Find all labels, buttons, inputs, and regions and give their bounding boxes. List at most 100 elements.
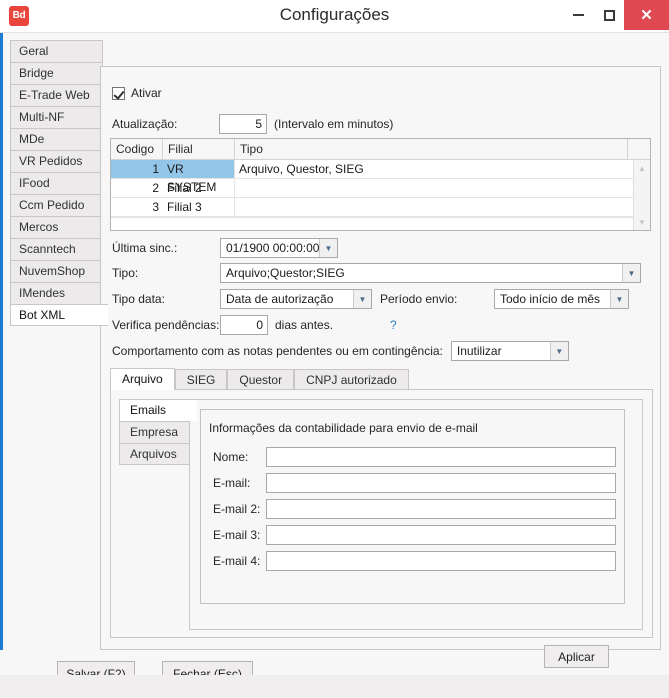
bot-xml-panel: Ativar Atualização: 5 (Intervalo em minu… (100, 66, 661, 668)
aplicar-button[interactable]: Aplicar (544, 645, 609, 668)
sidebar-tab-list: Geral Bridge E-Trade Web Multi-NF MDe VR… (10, 40, 108, 326)
sidebar-item-e-trade-web[interactable]: E-Trade Web (10, 84, 103, 106)
email-4-input[interactable] (265, 551, 616, 571)
email-2-input[interactable] (265, 499, 616, 519)
chevron-down-icon[interactable]: ▼ (319, 239, 337, 257)
subtab-empresa[interactable]: Empresa (119, 421, 191, 443)
sidebar-item-mercos[interactable]: Mercos (10, 216, 103, 238)
sidebar-item-label: Scanntech (19, 242, 76, 256)
verifica-pendencias-row: Verifica pendências: 0 dias antes. ? (112, 315, 397, 335)
atualizacao-label: Atualização: (112, 117, 178, 131)
cell-tipo (235, 179, 628, 197)
title-bar: Bd Configurações ✕ (0, 0, 669, 33)
sidebar-item-scanntech[interactable]: Scanntech (10, 238, 103, 260)
tipo-data-combobox[interactable]: Data de autorização ▼ (220, 289, 372, 309)
sidebar-item-label: VR Pedidos (19, 154, 83, 168)
verifica-pendencias-input[interactable]: 0 (220, 315, 268, 335)
tipo-value: Arquivo;Questor;SIEG (226, 266, 345, 280)
periodo-envio-label: Período envio: (380, 292, 458, 306)
nome-input[interactable] (265, 447, 616, 467)
chevron-down-icon[interactable]: ▼ (549, 342, 568, 360)
maximize-button[interactable] (594, 0, 624, 30)
help-icon[interactable]: ? (390, 318, 397, 332)
sidebar-item-vr-pedidos[interactable]: VR Pedidos (10, 150, 103, 172)
tab-cnpj-autorizado[interactable]: CNPJ autorizado (294, 369, 409, 390)
filiais-grid[interactable]: Codigo Filial Tipo 1 VR SYSTEM Arquivo, … (110, 138, 651, 231)
field-row-email: E-mail: (213, 473, 616, 493)
tipo-combobox[interactable]: Arquivo;Questor;SIEG ▼ (220, 263, 641, 283)
grid-column-header-tipo[interactable]: Tipo (235, 139, 628, 159)
subtab-label: Empresa (130, 425, 179, 439)
sidebar-item-label: Bot XML (19, 308, 66, 322)
tab-sieg[interactable]: SIEG (174, 369, 228, 390)
contabilidade-groupbox: Informações da contabilidade para envio … (200, 409, 625, 604)
close-button[interactable]: ✕ (624, 0, 669, 30)
grid-column-header-codigo[interactable]: Codigo (111, 139, 163, 159)
sidebar-item-ccm-pedido[interactable]: Ccm Pedido (10, 194, 103, 216)
tipo-data-value: Data de autorização (226, 292, 334, 306)
comportamento-row: Comportamento com as notas pendentes ou … (112, 341, 569, 361)
grid-empty-row (111, 217, 650, 230)
table-row[interactable]: 3 Filial 3 (111, 198, 650, 217)
atualizacao-input[interactable]: 5 (219, 114, 267, 134)
ativar-checkbox[interactable] (112, 86, 125, 100)
sidebar-item-bot-xml[interactable]: Bot XML (10, 304, 108, 326)
grid-column-header-filial[interactable]: Filial (163, 139, 235, 159)
sidebar-item-multi-nf[interactable]: Multi-NF (10, 106, 103, 128)
sidebar-item-label: MDe (19, 132, 45, 146)
tab-label: Questor (239, 373, 283, 387)
tipo-data-label: Tipo data: (112, 292, 165, 306)
comportamento-combobox[interactable]: Inutilizar ▼ (450, 341, 569, 361)
sidebar-item-imendes[interactable]: IMendes (10, 282, 103, 304)
scroll-up-icon[interactable]: ▲ (634, 160, 650, 176)
field-row-email-3: E-mail 3: (213, 525, 616, 545)
sidebar-item-ifood[interactable]: IFood (10, 172, 103, 194)
sidebar-item-label: Geral (19, 44, 49, 58)
minimize-button[interactable] (562, 0, 594, 30)
tipo-row: Tipo: Arquivo;Questor;SIEG ▼ (112, 263, 641, 283)
grid-vertical-scrollbar[interactable]: ▲ ▼ (633, 160, 650, 230)
atualizacao-suffix-label: (Intervalo em minutos) (274, 117, 394, 131)
sidebar-item-label: NuvemShop (19, 264, 86, 278)
email-input[interactable] (265, 473, 616, 493)
sidebar-item-geral[interactable]: Geral (10, 40, 103, 62)
ultima-sinc-datepicker[interactable]: 01/1900 00:00:00 ▼ (220, 238, 338, 258)
inner-tab-strip: Arquivo SIEG Questor CNPJ autorizado (110, 368, 653, 390)
scroll-down-icon[interactable]: ▼ (634, 214, 650, 230)
sidebar-item-bridge[interactable]: Bridge (10, 62, 103, 84)
email-3-input[interactable] (265, 525, 616, 545)
tab-questor[interactable]: Questor (227, 369, 295, 390)
email-4-label: E-mail 4: (213, 554, 261, 568)
nome-label: Nome: (213, 450, 249, 464)
tipo-label: Tipo: (112, 266, 139, 280)
sidebar-item-label: IFood (19, 176, 50, 190)
chevron-down-icon[interactable]: ▼ (610, 290, 628, 308)
chevron-down-icon[interactable]: ▼ (622, 264, 640, 282)
window-body: Geral Bridge E-Trade Web Multi-NF MDe VR… (0, 33, 669, 698)
email-fields: Nome: E-mail: E-mail 2: E-mail 3: E-mail… (213, 447, 616, 577)
tipo-data-row: Tipo data: Data de autorização ▼ Período… (112, 289, 629, 309)
subtab-emails[interactable]: Emails (119, 399, 197, 421)
verifica-pendencias-label: Verifica pendências: (112, 318, 220, 332)
ultima-sinc-value: 01/1900 00:00:00 (226, 241, 319, 255)
table-row[interactable]: 2 Filial 2 (111, 179, 650, 198)
subtab-label: Emails (130, 403, 167, 417)
tab-label: CNPJ autorizado (306, 373, 397, 387)
minimize-icon (572, 14, 584, 16)
periodo-envio-value: Todo início de mês (500, 292, 601, 306)
tab-arquivo[interactable]: Arquivo (110, 368, 175, 390)
sidebar-item-nuvemshop[interactable]: NuvemShop (10, 260, 103, 282)
ativar-checkbox-row[interactable]: Ativar (112, 86, 162, 100)
cell-filial: VR SYSTEM (163, 160, 235, 194)
table-row[interactable]: 1 VR SYSTEM Arquivo, Questor, SIEG (111, 160, 650, 194)
sidebar-item-label: IMendes (19, 286, 66, 300)
tab-label: SIEG (186, 373, 216, 387)
verifica-pendencias-suffix-label: dias antes. (275, 318, 334, 332)
sidebar-item-mde[interactable]: MDe (10, 128, 103, 150)
subtab-arquivos[interactable]: Arquivos (119, 443, 191, 465)
field-row-email-2: E-mail 2: (213, 499, 616, 519)
chevron-down-icon[interactable]: ▼ (353, 290, 371, 308)
periodo-envio-combobox[interactable]: Todo início de mês ▼ (494, 289, 629, 309)
sidebar-item-label: Bridge (19, 66, 54, 80)
field-row-email-4: E-mail 4: (213, 551, 616, 571)
